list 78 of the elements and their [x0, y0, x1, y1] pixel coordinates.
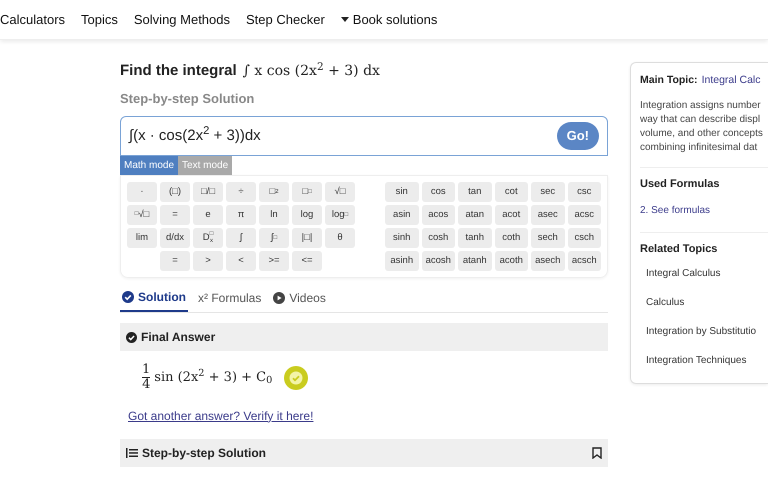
keypad-key[interactable]: ∫ [226, 228, 256, 248]
related-topic-link[interactable]: Integration Techniques [646, 352, 746, 368]
keypad-key[interactable]: d/dx [160, 228, 190, 248]
function-key[interactable]: csc [568, 182, 601, 202]
caret-icon[interactable] [340, 17, 349, 22]
function-key[interactable]: acsch [568, 251, 601, 271]
function-key[interactable]: atan [458, 205, 492, 225]
function-key[interactable]: cos [422, 182, 455, 202]
math-input-field[interactable]: ∫(x · cos(2x$^{2}$ + 3))dx Go! [120, 116, 608, 156]
function-key[interactable]: sinh [385, 228, 418, 248]
function-key[interactable]: asinh [385, 251, 418, 271]
function-key[interactable]: atanh [458, 251, 492, 271]
go-button[interactable]: Go! [556, 122, 599, 150]
check-circle-icon [126, 332, 137, 342]
function-key[interactable]: cot [494, 182, 528, 202]
verify-link[interactable]: Got another answer? Verify it here! [128, 406, 314, 425]
keypad-key[interactable]: □/□ [193, 182, 223, 202]
topic-description: Integration assigns number way that can describe displ volume, and other concepts combining infinitesimal dat [640, 98, 764, 155]
mode-tab[interactable]: Math mode [120, 156, 178, 175]
function-key[interactable]: acsc [568, 205, 601, 225]
keypad-key[interactable]: √□ [325, 182, 355, 202]
page-title: Find the integral [120, 61, 237, 81]
nav-link[interactable]: Solving Methods [134, 10, 230, 30]
check-circle-icon [122, 291, 134, 303]
keypad-key[interactable]: lim [127, 228, 157, 248]
formulas-link[interactable]: 2. See formulas [640, 203, 710, 218]
function-key[interactable]: sec [531, 182, 564, 202]
keypad-key[interactable]: ln [259, 205, 289, 225]
function-key[interactable]: sech [531, 228, 564, 248]
play-circle-icon [273, 292, 286, 304]
solution-tab[interactable]: Videos [271, 288, 328, 312]
keypad-key[interactable]: θ [325, 228, 355, 248]
function-key[interactable]: asec [531, 205, 564, 225]
function-key[interactable]: tanh [458, 228, 492, 248]
page-subtitle: Step-by-step Solution [120, 90, 256, 108]
function-key[interactable]: cosh [422, 228, 455, 248]
steps-title: Step-by-step Solution [142, 444, 266, 462]
nav-link[interactable]: Topics [81, 10, 118, 30]
keypad-key[interactable]: |□| [292, 228, 322, 248]
keypad-key[interactable]: e [193, 205, 223, 225]
solution-tab[interactable]: x² Formulas [196, 288, 264, 312]
solution-tab[interactable]: Solution [120, 288, 188, 312]
function-key[interactable]: asech [531, 251, 564, 271]
function-key[interactable]: acot [494, 205, 528, 225]
related-topic-link[interactable]: Calculus [646, 294, 684, 310]
keypad-key[interactable]: > [193, 251, 223, 271]
nav-link[interactable]: Calculators [0, 10, 66, 30]
title-formula: ∫ x cos (2x$^{2}$ + 3) dx [242, 61, 380, 81]
final-answer-title: Final Answer [141, 329, 216, 346]
nav-link[interactable]: Step Checker [246, 10, 325, 30]
function-key[interactable]: asin [385, 205, 418, 225]
keypad-key[interactable]: π [226, 205, 256, 225]
function-key[interactable]: acoth [494, 251, 528, 271]
keypad-key[interactable]: = [160, 251, 190, 271]
related-topic-link[interactable]: Integration by Substitutio [646, 324, 756, 339]
keypad-key[interactable]: < [226, 251, 256, 271]
list-icon [126, 448, 138, 458]
main-topic-label: Main Topic: [640, 73, 698, 88]
nav-link[interactable]: Book solutions [352, 10, 438, 30]
keypad-key[interactable]: (□) [160, 182, 190, 202]
main-topic-link[interactable]: Integral Calc [702, 73, 761, 89]
function-key[interactable]: tan [458, 182, 492, 202]
related-topic-link[interactable]: Integral Calculus [646, 266, 720, 281]
function-key[interactable]: csch [568, 228, 601, 248]
function-key[interactable]: sin [385, 182, 418, 202]
related-topics-title: Related Topics [640, 242, 718, 258]
keypad-key[interactable]: <= [292, 251, 322, 271]
keypad-key[interactable]: ÷ [226, 182, 256, 202]
function-key[interactable]: acosh [422, 251, 455, 271]
bookmark-icon[interactable] [592, 446, 602, 459]
used-formulas-title: Used Formulas [640, 176, 720, 192]
keypad-key[interactable]: = [160, 205, 190, 225]
function-key[interactable]: acos [422, 205, 455, 225]
keypad-key[interactable]: >= [259, 251, 289, 271]
input-value: ∫(x · cos(2x$^{2}$ + 3))dx [129, 124, 261, 146]
keypad-key[interactable]: · [127, 182, 157, 202]
function-key[interactable]: coth [494, 228, 528, 248]
keypad-key[interactable]: log [292, 205, 322, 225]
